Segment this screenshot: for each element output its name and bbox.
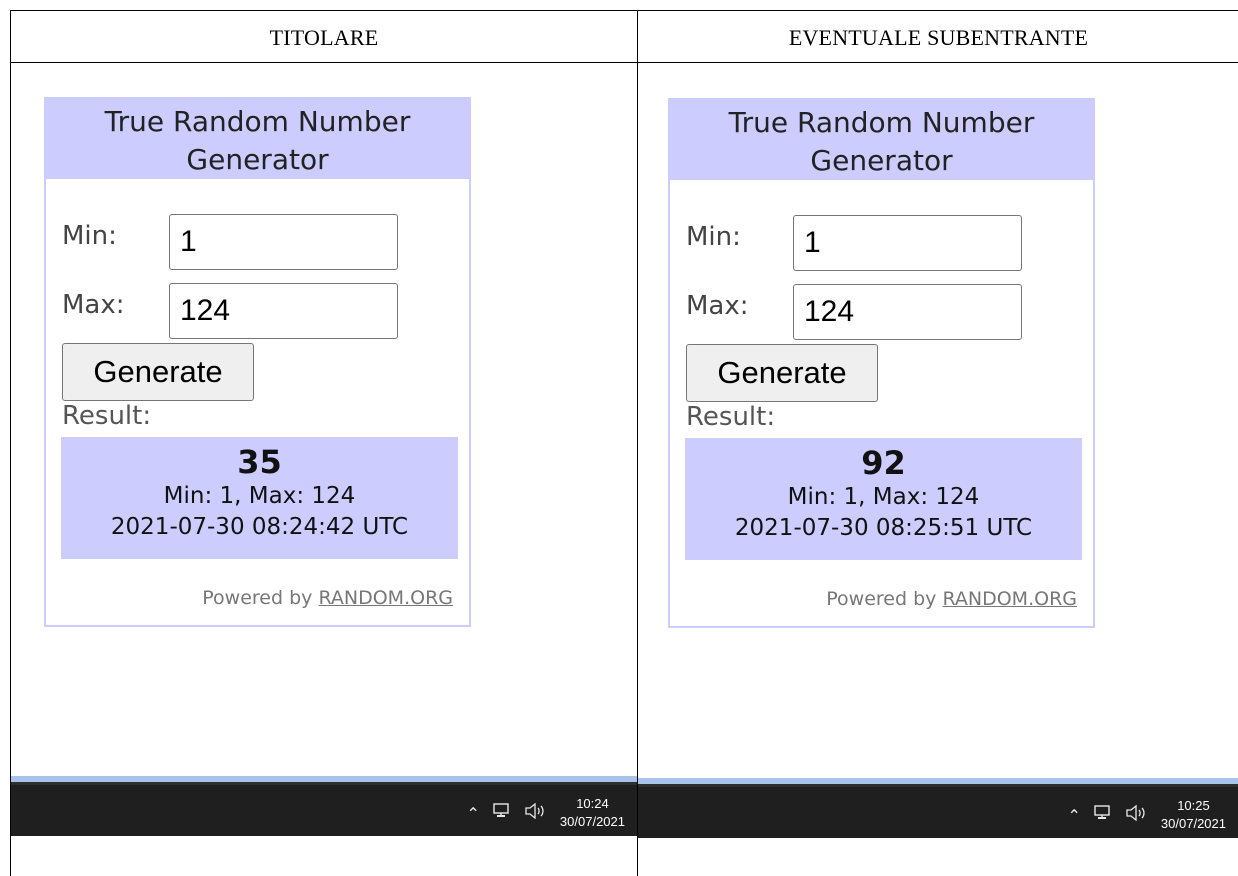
result-number: 92 bbox=[861, 444, 906, 482]
min-label: Min: bbox=[62, 221, 117, 251]
clock-date: 30/07/2021 bbox=[1160, 816, 1226, 831]
random-number-widget: True Random Number Generator Min: 1 Max:… bbox=[668, 98, 1095, 628]
widget-title: True Random Number Generator bbox=[46, 99, 469, 179]
powered-by: Powered by RANDOM.ORG bbox=[826, 588, 1077, 610]
clock-date: 30/07/2021 bbox=[559, 814, 625, 829]
document-table: TITOLARE True Random Number Generator Mi… bbox=[10, 10, 1238, 876]
system-tray: ⌃ 10:25 30/07/2021 bbox=[1068, 793, 1226, 837]
max-input[interactable]: 124 bbox=[793, 284, 1022, 340]
column-header-row: EVENTUALE SUBENTRANTE bbox=[638, 11, 1238, 63]
clock-time: 10:25 bbox=[1177, 798, 1210, 813]
widget-title-line1: True Random Number bbox=[104, 105, 411, 138]
result-number: 35 bbox=[237, 443, 282, 481]
chevron-up-icon[interactable]: ⌃ bbox=[467, 804, 480, 823]
result-label: Result: bbox=[62, 401, 152, 431]
clock-time: 10:24 bbox=[576, 796, 609, 811]
min-input[interactable]: 1 bbox=[793, 215, 1022, 271]
chevron-up-icon[interactable]: ⌃ bbox=[1068, 806, 1081, 825]
result-timestamp: 2021-07-30 08:25:51 UTC bbox=[734, 515, 1033, 541]
result-box: 92 Min: 1, Max: 124 2021-07-30 08:25:51 … bbox=[685, 438, 1082, 560]
generate-button[interactable]: Generate bbox=[62, 343, 254, 401]
widget-title-line2: Generator bbox=[186, 143, 329, 176]
max-input[interactable]: 124 bbox=[169, 283, 398, 339]
taskbar: ⌃ 10:25 30/07/2021 bbox=[638, 784, 1238, 838]
result-range: Min: 1, Max: 124 bbox=[787, 484, 980, 510]
powered-by-prefix: Powered by bbox=[202, 587, 319, 609]
taskbar: ⌃ 10:24 30/07/2021 bbox=[11, 782, 637, 836]
column-eventuale-subentrante: EVENTUALE SUBENTRANTE True Random Number… bbox=[638, 11, 1238, 876]
volume-icon[interactable] bbox=[524, 802, 546, 823]
widget-title-line1: True Random Number bbox=[728, 106, 1035, 139]
max-label: Max: bbox=[62, 290, 125, 320]
generate-button[interactable]: Generate bbox=[686, 344, 878, 402]
powered-by-prefix: Powered by bbox=[826, 588, 943, 610]
random-org-link[interactable]: RANDOM.ORG bbox=[942, 588, 1077, 610]
max-label: Max: bbox=[686, 291, 749, 321]
random-org-link[interactable]: RANDOM.ORG bbox=[318, 587, 453, 609]
result-box: 35 Min: 1, Max: 124 2021-07-30 08:24:42 … bbox=[61, 437, 458, 559]
network-icon[interactable] bbox=[492, 803, 512, 823]
widget-title: True Random Number Generator bbox=[670, 100, 1093, 180]
min-input[interactable]: 1 bbox=[169, 214, 398, 270]
column-header: EVENTUALE SUBENTRANTE bbox=[788, 25, 1089, 50]
result-range: Min: 1, Max: 124 bbox=[163, 483, 356, 509]
min-label: Min: bbox=[686, 222, 741, 252]
powered-by: Powered by RANDOM.ORG bbox=[202, 587, 453, 609]
random-number-widget: True Random Number Generator Min: 1 Max:… bbox=[44, 97, 471, 627]
result-timestamp: 2021-07-30 08:24:42 UTC bbox=[110, 514, 409, 540]
column-header-row: TITOLARE bbox=[11, 11, 637, 63]
column-titolare: TITOLARE True Random Number Generator Mi… bbox=[11, 11, 638, 876]
result-label: Result: bbox=[686, 402, 776, 432]
column-header: TITOLARE bbox=[269, 25, 379, 50]
widget-title-line2: Generator bbox=[810, 144, 953, 177]
taskbar-clock[interactable]: 10:24 30/07/2021 bbox=[560, 795, 625, 831]
network-icon[interactable] bbox=[1093, 805, 1113, 825]
volume-icon[interactable] bbox=[1125, 804, 1147, 825]
system-tray: ⌃ 10:24 30/07/2021 bbox=[467, 791, 625, 835]
taskbar-clock[interactable]: 10:25 30/07/2021 bbox=[1161, 797, 1226, 833]
